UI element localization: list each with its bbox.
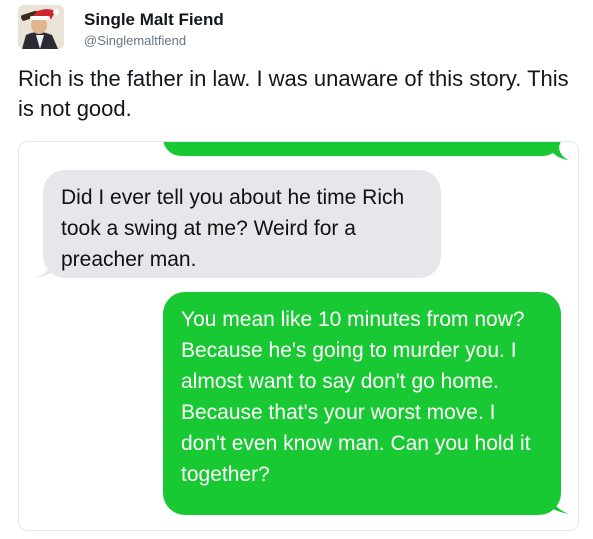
bubble-tail-icon xyxy=(547,494,569,514)
bubble-tail-icon xyxy=(35,258,57,278)
tweet-text: Rich is the father in law. I was unaware… xyxy=(18,66,569,121)
tweet-media-screenshot[interactable]: Did I ever tell you about he time Rich t… xyxy=(18,141,579,531)
message-bubble-received: Did I ever tell you about he time Rich t… xyxy=(43,170,441,278)
message-text: You mean like 10 minutes from now? Becau… xyxy=(181,308,531,486)
message-bubble-sent-cutoff xyxy=(163,142,561,156)
user-display-name[interactable]: Single Malt Fiend xyxy=(84,10,224,30)
user-avatar[interactable] xyxy=(18,5,64,49)
message-text: Did I ever tell you about he time Rich t… xyxy=(61,186,405,271)
tweet-header: Single Malt Fiend @Singlemaltfiend xyxy=(18,5,558,49)
bubble-tail-icon xyxy=(549,146,569,160)
user-handle[interactable]: @Singlemaltfiend xyxy=(84,33,186,48)
message-bubble-sent: You mean like 10 minutes from now? Becau… xyxy=(163,292,561,515)
man-drinking-with-santa-hat-icon xyxy=(18,5,64,49)
